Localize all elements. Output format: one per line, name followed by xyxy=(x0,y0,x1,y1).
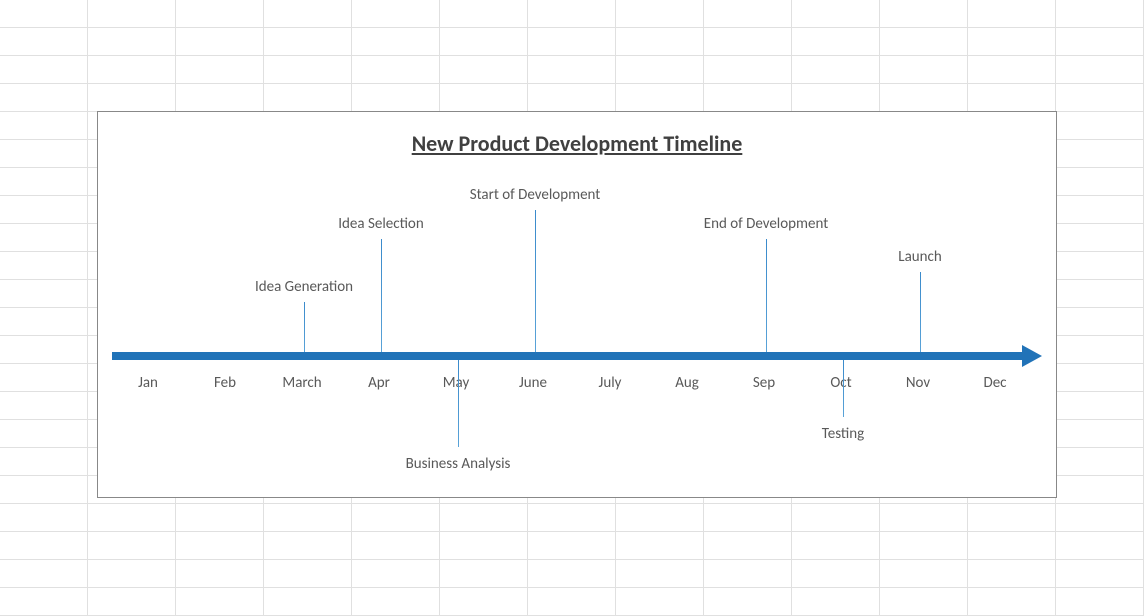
milestone-label: End of Development xyxy=(704,215,829,233)
timeline-axis-arrow xyxy=(112,352,1042,362)
milestone-stem xyxy=(381,239,382,352)
arrow-head-icon xyxy=(1022,345,1042,367)
month-feb: Feb xyxy=(214,374,236,392)
month-sep: Sep xyxy=(753,374,775,392)
milestone-label: Idea Generation xyxy=(255,278,353,296)
month-jan: Jan xyxy=(138,374,158,392)
milestone-label: Start of Development xyxy=(470,186,601,204)
milestone-label: Launch xyxy=(898,248,941,266)
month-march: March xyxy=(282,374,321,392)
milestone-stem xyxy=(766,239,767,352)
month-july: July xyxy=(599,374,622,392)
month-aug: Aug xyxy=(675,374,699,392)
month-oct: Oct xyxy=(830,374,851,392)
milestone-label: Business Analysis xyxy=(406,455,511,473)
month-june: June xyxy=(519,374,547,392)
month-nov: Nov xyxy=(906,374,930,392)
timeline-chart: New Product Development Timeline Jan Feb… xyxy=(97,111,1057,498)
month-apr: Apr xyxy=(368,374,390,392)
milestone-stem xyxy=(458,360,459,447)
chart-title: New Product Development Timeline xyxy=(98,130,1056,157)
month-dec: Dec xyxy=(983,374,1006,392)
milestone-stem xyxy=(535,210,536,352)
milestone-label: Testing xyxy=(822,425,864,443)
milestone-stem xyxy=(920,272,921,352)
month-may: May xyxy=(443,374,470,392)
milestone-stem xyxy=(304,302,305,352)
arrow-line xyxy=(112,352,1026,360)
milestone-label: Idea Selection xyxy=(338,215,423,233)
month-axis-labels: Jan Feb March Apr May June July Aug Sep … xyxy=(112,374,1022,396)
milestone-stem xyxy=(843,360,844,417)
